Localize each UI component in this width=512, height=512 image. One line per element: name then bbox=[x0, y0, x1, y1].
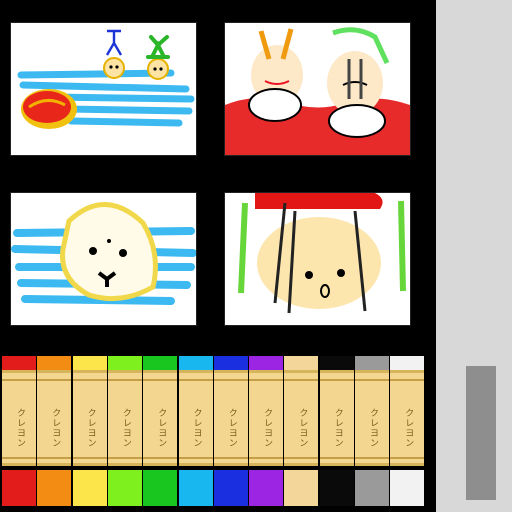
wrapper-stripe bbox=[319, 379, 354, 381]
crayon-cap bbox=[355, 356, 389, 370]
crayon-wrapper: クレヨン bbox=[107, 370, 142, 466]
crayon-gray[interactable]: クレヨン bbox=[355, 356, 389, 512]
crayon-tip bbox=[390, 470, 425, 506]
crayon-black[interactable]: クレヨン bbox=[319, 356, 354, 512]
crayon-wrapper: クレヨン bbox=[390, 370, 425, 466]
crayon-label: クレヨン bbox=[85, 408, 96, 448]
crayon-tip bbox=[284, 470, 319, 506]
drawing-panel-beach[interactable] bbox=[10, 22, 197, 156]
wrapper-stripe bbox=[390, 379, 425, 381]
crayon-label: クレヨン bbox=[50, 408, 61, 448]
crayon-cap bbox=[284, 356, 319, 370]
crayon-wrapper: クレヨン bbox=[355, 370, 389, 466]
crayon-tip bbox=[2, 470, 36, 506]
crayon-wrapper: クレヨン bbox=[319, 370, 354, 466]
wrapper-stripe bbox=[37, 379, 72, 381]
faces-drawing bbox=[225, 27, 410, 155]
crayon-cap bbox=[390, 356, 425, 370]
crayon-cap bbox=[213, 356, 248, 370]
crayon-tip bbox=[37, 470, 72, 506]
crayon-red[interactable]: クレヨン bbox=[2, 356, 36, 512]
drawing-panel-creature[interactable] bbox=[10, 192, 197, 326]
wrapper-stripe bbox=[143, 379, 178, 381]
wrapper-stripe bbox=[72, 379, 107, 381]
crayon-cap bbox=[107, 356, 142, 370]
crayon-tip bbox=[143, 470, 178, 506]
crayon-cap bbox=[178, 356, 213, 370]
scrollbar-thumb[interactable] bbox=[466, 366, 496, 500]
crayon-green[interactable]: クレヨン bbox=[143, 356, 178, 512]
crayon-palette: クレヨン クレヨン クレヨン クレヨン クレヨン クレヨン クレヨン クレヨン クレヨン クレヨン… bbox=[2, 356, 425, 512]
crayon-label: クレヨン bbox=[226, 408, 237, 448]
wrapper-stripe bbox=[178, 379, 213, 381]
crayon-tip bbox=[178, 470, 213, 506]
crayon-label: クレヨン bbox=[156, 408, 167, 448]
crayon-tip bbox=[213, 470, 248, 506]
crayon-label: クレヨン bbox=[368, 408, 378, 448]
crayon-cap bbox=[143, 356, 178, 370]
crayon-wrapper: クレヨン bbox=[143, 370, 178, 466]
wrapper-stripe bbox=[107, 379, 142, 381]
crayon-cap bbox=[319, 356, 354, 370]
crayon-label: クレヨン bbox=[297, 408, 308, 448]
crayon-tip bbox=[107, 470, 142, 506]
beach-drawing bbox=[17, 29, 195, 129]
crayon-cyan[interactable]: クレヨン bbox=[178, 356, 213, 512]
crayon-wrapper: クレヨン bbox=[37, 370, 72, 466]
crayon-cap bbox=[249, 356, 284, 370]
crayon-beige[interactable]: クレヨン bbox=[284, 356, 319, 512]
crayon-purple[interactable]: クレヨン bbox=[249, 356, 284, 512]
crayon-label: クレヨン bbox=[120, 408, 131, 448]
crayon-wrapper: クレヨン bbox=[213, 370, 248, 466]
crayon-yellow[interactable]: クレヨン bbox=[72, 356, 107, 512]
crayon-label: クレヨン bbox=[403, 408, 414, 448]
crayon-wrapper: クレヨン bbox=[2, 370, 36, 466]
creature-drawing bbox=[11, 202, 196, 305]
crayon-cap bbox=[37, 356, 72, 370]
crayon-cap bbox=[2, 356, 36, 370]
wrapper-stripe bbox=[213, 379, 248, 381]
crayon-wrapper: クレヨン bbox=[249, 370, 284, 466]
wrapper-stripe bbox=[2, 379, 36, 381]
crayon-wrapper: クレヨン bbox=[178, 370, 213, 466]
crayon-label: クレヨン bbox=[191, 408, 202, 448]
upside-down-drawing bbox=[238, 193, 406, 314]
crayon-orange[interactable]: クレヨン bbox=[37, 356, 72, 512]
wrapper-stripe bbox=[284, 379, 319, 381]
wrapper-stripe bbox=[355, 379, 389, 381]
crayon-tip bbox=[355, 470, 389, 506]
crayon-blue[interactable]: クレヨン bbox=[213, 356, 248, 512]
wrapper-stripe bbox=[249, 379, 284, 381]
crayon-tip bbox=[249, 470, 284, 506]
drawing-stage: クレヨン クレヨン クレヨン クレヨン クレヨン クレヨン クレヨン クレヨン クレヨン クレヨン… bbox=[0, 0, 436, 512]
crayon-light-green[interactable]: クレヨン bbox=[107, 356, 142, 512]
crayon-tip bbox=[319, 470, 354, 506]
crayon-cap bbox=[72, 356, 107, 370]
crayon-wrapper: クレヨン bbox=[284, 370, 319, 466]
crayon-white[interactable]: クレヨン bbox=[390, 356, 425, 512]
crayon-label: クレヨン bbox=[332, 408, 343, 448]
crayon-tip bbox=[72, 470, 107, 506]
drawing-panel-faces[interactable] bbox=[224, 22, 411, 156]
drawing-panel-upside-down[interactable] bbox=[224, 192, 411, 326]
crayon-label: クレヨン bbox=[262, 408, 273, 448]
crayon-wrapper: クレヨン bbox=[72, 370, 107, 466]
crayon-label: クレヨン bbox=[15, 408, 25, 448]
